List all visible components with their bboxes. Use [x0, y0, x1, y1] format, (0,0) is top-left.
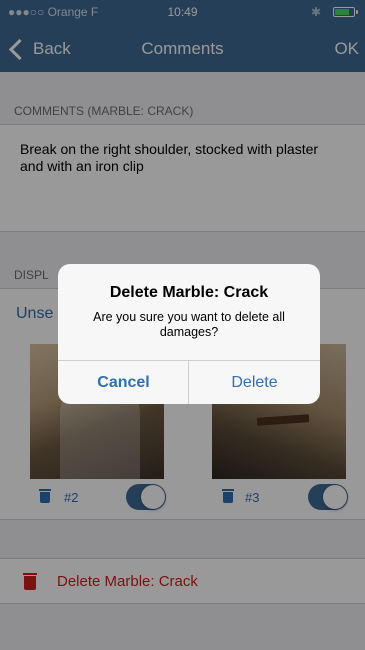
alert-message: Are you sure you want to delete all dama… [93, 310, 285, 339]
delete-alert-dialog: Delete Marble: Crack Are you sure you wa… [58, 264, 320, 404]
alert-cancel-button[interactable]: Cancel [58, 361, 189, 404]
alert-button-row: Cancel Delete [58, 360, 320, 404]
alert-delete-button[interactable]: Delete [188, 361, 320, 404]
alert-title: Delete Marble: Crack [109, 284, 269, 301]
